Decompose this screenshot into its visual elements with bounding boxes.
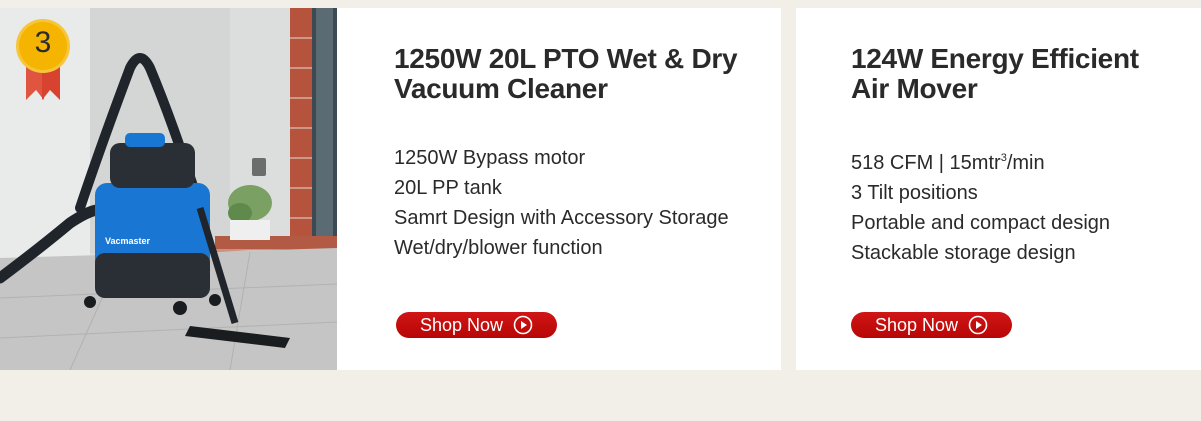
product-title: 1250W 20L PTO Wet & Dry Vacuum Cleaner [394, 43, 738, 104]
feature-item: 518 CFM | 15mtr3/min [851, 152, 1045, 174]
feature-item: Stackable storage design [851, 242, 1076, 264]
feature-item: Wet/dry/blower function [394, 237, 603, 259]
feature-item: Portable and compact design [851, 212, 1111, 234]
rank-badge: 3 [14, 14, 72, 102]
feature-item: 3 Tilt positions [851, 182, 978, 204]
play-circle-icon [968, 315, 988, 335]
rank-number: 3 [34, 26, 52, 59]
shop-now-label: Shop Now [874, 314, 959, 335]
shop-now-label: Shop Now [419, 314, 504, 335]
product-card-vacuum: Vacmaster 3 1250W 20L PTO Wet & Dry Vacu… [0, 8, 781, 370]
feature-item: 1250W Bypass motor [394, 147, 586, 169]
feature-item: Samrt Design with Accessory Storage [394, 207, 729, 229]
svg-text:Vacmaster: Vacmaster [105, 236, 151, 246]
feature-item: 20L PP tank [394, 177, 502, 199]
product-card-air-mover: 124W Energy Efficient Air Mover 518 CFM … [796, 8, 1201, 370]
product-photo-vacuum[interactable]: Vacmaster 3 [0, 8, 337, 370]
feature-list: 1250W Bypass motor 20L PP tank Samrt Des… [394, 143, 729, 263]
feature-list: 518 CFM | 15mtr3/min 3 Tilt positions Po… [851, 143, 1110, 268]
play-circle-icon [513, 315, 533, 335]
product-title: 124W Energy Efficient Air Mover [851, 43, 1139, 104]
shop-now-button[interactable]: Shop Now [396, 312, 557, 338]
shop-now-button[interactable]: Shop Now [851, 312, 1012, 338]
